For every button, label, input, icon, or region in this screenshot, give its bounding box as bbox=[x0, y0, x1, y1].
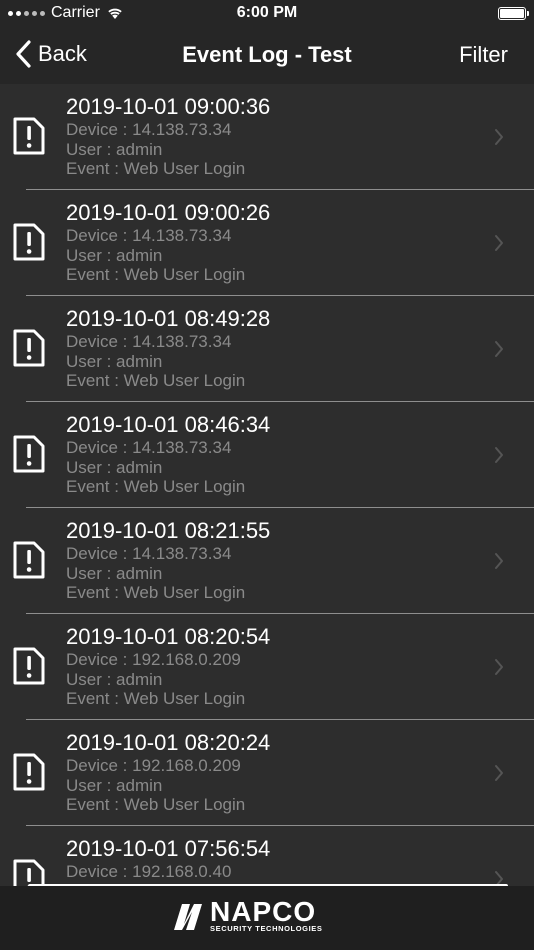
event-row[interactable]: 2019-10-01 08:20:54 Device : 192.168.0.20… bbox=[0, 614, 534, 720]
event-row-text: 2019-10-01 08:20:54 Device : 192.168.0.20… bbox=[66, 624, 270, 709]
chevron-right-icon bbox=[495, 765, 503, 781]
document-exclamation-icon bbox=[13, 435, 45, 473]
event-user: User : admin bbox=[66, 457, 163, 477]
event-row-text: 2019-10-01 08:21:55 Device : 14.138.73.34… bbox=[66, 518, 270, 603]
back-label: Back bbox=[38, 41, 87, 66]
event-user: User : admin bbox=[66, 669, 163, 689]
event-row-text: 2019-10-01 09:00:36 Device : 14.138.73.34… bbox=[66, 94, 270, 179]
event-device: Device : 14.138.73.34 bbox=[66, 332, 232, 351]
event-row[interactable]: 2019-10-01 09:00:26 Device : 14.138.73.34… bbox=[0, 190, 534, 296]
event-device: Device : 192.168.0.209 bbox=[66, 650, 241, 669]
battery-icon bbox=[498, 7, 529, 20]
chevron-right-icon bbox=[495, 341, 503, 357]
napco-logo: NAPCO SECURITY TECHNOLOGIES bbox=[172, 896, 323, 934]
event-user: User : admin bbox=[66, 563, 163, 583]
event-datetime: 2019-10-01 08:46:34 bbox=[66, 412, 271, 437]
logo-text: NAPCO SECURITY TECHNOLOGIES bbox=[210, 896, 323, 934]
navigation-bar: Back Event Log - Test Filter bbox=[0, 28, 534, 84]
event-device: Device : 14.138.73.34 bbox=[66, 120, 232, 139]
napco-logo-mark bbox=[174, 904, 202, 930]
status-time: 6:00 PM bbox=[236, 4, 298, 21]
event-row[interactable]: 2019-10-01 08:46:34 Device : 14.138.73.34… bbox=[0, 402, 534, 508]
event-datetime: 2019-10-01 07:56:54 bbox=[66, 836, 271, 861]
event-type: Event : Web User Login bbox=[66, 795, 246, 814]
event-row[interactable]: 2019-10-01 09:00:36 Device : 14.138.73.34… bbox=[0, 84, 534, 190]
event-type: Event : Web User Login bbox=[66, 583, 246, 602]
event-user: User : admin bbox=[66, 245, 163, 265]
event-row[interactable]: 2019-10-01 07:56:54 Device : 192.168.0.40… bbox=[0, 826, 534, 886]
event-datetime: 2019-10-01 09:00:36 bbox=[66, 94, 271, 119]
document-exclamation-icon bbox=[13, 647, 45, 685]
event-datetime: 2019-10-01 08:21:55 bbox=[66, 518, 271, 543]
footer: NAPCO SECURITY TECHNOLOGIES bbox=[0, 886, 534, 950]
event-device: Device : 14.138.73.34 bbox=[66, 226, 232, 245]
chevron-left-icon bbox=[16, 40, 31, 68]
status-bar: Carrier 6:00 PM bbox=[0, 0, 534, 28]
event-datetime: 2019-10-01 08:49:28 bbox=[66, 306, 271, 331]
event-row-text: 2019-10-01 07:56:54 Device : 192.168.0.40… bbox=[66, 836, 270, 886]
event-user: User : admin bbox=[66, 775, 163, 795]
event-row[interactable]: 2019-10-01 08:21:55 Device : 14.138.73.34… bbox=[0, 508, 534, 614]
event-datetime: 2019-10-01 09:00:26 bbox=[66, 200, 271, 225]
event-row-text: 2019-10-01 09:00:26 Device : 14.138.73.34… bbox=[66, 200, 270, 285]
chevron-right-icon bbox=[495, 659, 503, 675]
chevron-right-icon bbox=[495, 553, 503, 569]
event-row-text: 2019-10-01 08:49:28 Device : 14.138.73.34… bbox=[66, 306, 270, 391]
event-type: Event : Web User Login bbox=[66, 265, 246, 284]
event-type: Event : Web User Login bbox=[66, 371, 246, 390]
event-type: Event : Web User Login bbox=[66, 689, 246, 708]
chevron-right-icon bbox=[495, 235, 503, 251]
back-button[interactable]: Back bbox=[14, 40, 87, 68]
document-exclamation-icon bbox=[13, 329, 45, 367]
event-datetime: 2019-10-01 08:20:54 bbox=[66, 624, 271, 649]
event-datetime: 2019-10-01 08:20:24 bbox=[66, 730, 271, 755]
event-user: User : admin bbox=[66, 351, 163, 371]
logo-name: NAPCO bbox=[210, 896, 317, 927]
filter-button[interactable]: Filter bbox=[459, 42, 508, 68]
chevron-right-icon bbox=[495, 447, 503, 463]
event-device: Device : 192.168.0.40 bbox=[66, 862, 232, 881]
event-row-text: 2019-10-01 08:46:34 Device : 14.138.73.34… bbox=[66, 412, 270, 497]
event-row-text: 2019-10-01 08:20:24 Device : 192.168.0.20… bbox=[66, 730, 270, 815]
event-row[interactable]: 2019-10-01 08:20:24 Device : 192.168.0.20… bbox=[0, 720, 534, 826]
event-type: Event : Web User Login bbox=[66, 159, 246, 178]
document-exclamation-icon bbox=[13, 223, 45, 261]
document-exclamation-icon bbox=[13, 859, 45, 886]
chevron-right-icon bbox=[495, 129, 503, 145]
event-device: Device : 14.138.73.34 bbox=[66, 544, 232, 563]
document-exclamation-icon bbox=[13, 117, 45, 155]
event-type: Event : Web User Login bbox=[66, 477, 246, 496]
event-device: Device : 192.168.0.209 bbox=[66, 756, 241, 775]
event-list[interactable]: 2019-10-01 09:00:36 Device : 14.138.73.34… bbox=[0, 84, 534, 886]
event-user: User : admin bbox=[66, 139, 163, 159]
event-device: Device : 14.138.73.34 bbox=[66, 438, 232, 457]
logo-tagline: SECURITY TECHNOLOGIES bbox=[210, 924, 323, 933]
document-exclamation-icon bbox=[13, 753, 45, 791]
document-exclamation-icon bbox=[13, 541, 45, 579]
event-row[interactable]: 2019-10-01 08:49:28 Device : 14.138.73.34… bbox=[0, 296, 534, 402]
